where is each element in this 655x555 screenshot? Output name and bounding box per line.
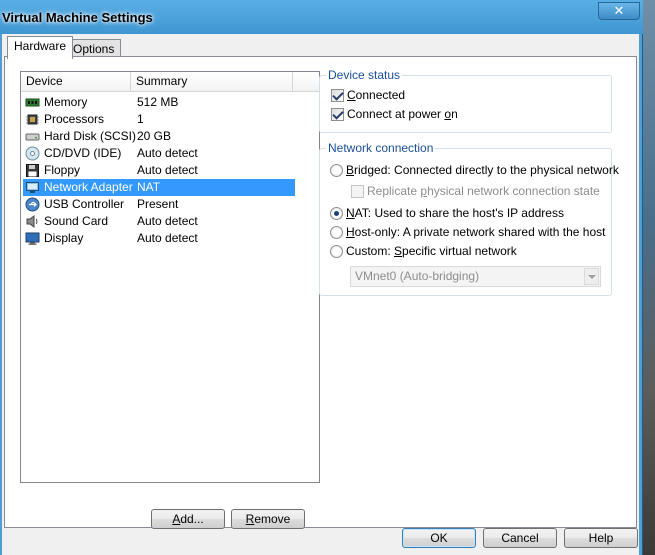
host-only-radio[interactable]: [330, 226, 343, 239]
tab-hardware[interactable]: Hardware: [7, 36, 74, 59]
bridged-label: Bridged: Connected directly to the physi…: [346, 163, 619, 177]
device-name: Sound Card: [44, 214, 109, 228]
connect-at-power-on-checkbox[interactable]: [331, 108, 344, 121]
help-button[interactable]: Help: [564, 528, 638, 548]
device-row-floppy[interactable]: Floppy Auto detect: [23, 162, 295, 179]
window-title: Virtual Machine Settings: [2, 10, 153, 25]
custom-label: Custom: Specific virtual network: [346, 244, 517, 258]
device-row-processors[interactable]: Processors 1: [23, 111, 295, 128]
device-name: Display: [44, 231, 84, 245]
host-only-label: Host-only: A private network shared with…: [346, 225, 606, 239]
title-bar[interactable]: Virtual Machine Settings ✕: [0, 0, 643, 34]
connected-checkbox[interactable]: [331, 89, 344, 102]
nat-label: NAT: Used to share the host's IP address: [346, 206, 564, 220]
device-row-memory[interactable]: Memory 512 MB: [23, 94, 295, 111]
device-summary: NAT: [137, 180, 161, 194]
network-connection-group: Network connection Bridged: Connected di…: [319, 141, 619, 296]
device-row-network-adapter[interactable]: Network Adapter NAT: [23, 179, 295, 196]
remove-button[interactable]: Remove: [231, 509, 305, 529]
floppy-icon: [25, 163, 40, 178]
device-name: Hard Disk (SCSI): [44, 129, 137, 143]
device-name: Processors: [44, 112, 105, 126]
cancel-button[interactable]: Cancel: [483, 528, 557, 548]
bridged-radio[interactable]: [330, 164, 343, 177]
nat-radio[interactable]: [330, 207, 343, 220]
processor-icon: [25, 112, 40, 127]
device-list[interactable]: Device Summary Memory 512 MB Processors 1 Ha…: [20, 71, 320, 483]
network-connection-label: Network connection: [326, 141, 436, 155]
device-row-cd-dvd-ide[interactable]: CD/DVD (IDE) Auto detect: [23, 145, 295, 162]
ok-button[interactable]: OK: [402, 528, 476, 548]
display-icon: [25, 231, 40, 246]
device-row-sound-card[interactable]: Sound Card Auto detect: [23, 213, 295, 230]
connected-label: Connected: [347, 88, 406, 102]
chevron-down-icon[interactable]: [584, 268, 599, 285]
device-status-group: Device status Connected Connect at power…: [319, 68, 612, 133]
custom-radio[interactable]: [330, 245, 343, 258]
device-summary: 1: [137, 112, 144, 126]
device-row-usb-controller[interactable]: USB Controller Present: [23, 196, 295, 213]
device-status-label: Device status: [326, 68, 403, 82]
hard-disk-icon: [25, 129, 40, 144]
device-name: Memory: [44, 95, 88, 109]
device-row-hard-disk-scsi[interactable]: Hard Disk (SCSI) 20 GB: [23, 128, 295, 145]
virtual-network-value: VMnet0 (Auto-bridging): [355, 269, 480, 283]
network-adapter-icon: [25, 180, 40, 195]
device-summary: Auto detect: [137, 146, 198, 160]
sound-card-icon: [25, 214, 40, 229]
device-row-display[interactable]: Display Auto detect: [23, 230, 295, 247]
column-header-device[interactable]: Device: [21, 72, 131, 92]
device-summary: 512 MB: [137, 95, 179, 109]
device-summary: 20 GB: [137, 129, 172, 143]
column-header-summary[interactable]: Summary: [131, 72, 293, 92]
device-summary: Auto detect: [137, 214, 198, 228]
device-name: Network Adapter: [44, 180, 133, 194]
device-list-header: Device Summary: [21, 72, 319, 92]
add-button[interactable]: Add...: [151, 509, 225, 529]
replicate-state-label: Replicate physical network connection st…: [367, 184, 600, 198]
device-name: Floppy: [44, 163, 81, 177]
usb-icon: [25, 197, 40, 212]
device-name: USB Controller: [44, 197, 125, 211]
memory-icon: [25, 95, 40, 110]
virtual-network-select[interactable]: VMnet0 (Auto-bridging): [350, 266, 601, 287]
device-name: CD/DVD (IDE): [44, 146, 122, 160]
device-summary: Auto detect: [137, 163, 198, 177]
device-summary: Auto detect: [137, 231, 198, 245]
virtual-machine-settings-window: Virtual Machine Settings ✕ Hardware Opti…: [0, 0, 643, 555]
cd-dvd-icon: [25, 146, 40, 161]
dialog-client-area: Hardware Options Device Summary Memory 51…: [2, 34, 639, 555]
connect-at-power-on-label: Connect at power on: [347, 107, 458, 121]
close-button[interactable]: ✕: [598, 2, 640, 20]
hardware-tab-panel: Device Summary Memory 512 MB Processors 1 Ha…: [4, 56, 637, 529]
device-summary: Present: [137, 197, 179, 211]
replicate-state-checkbox[interactable]: [351, 185, 364, 198]
